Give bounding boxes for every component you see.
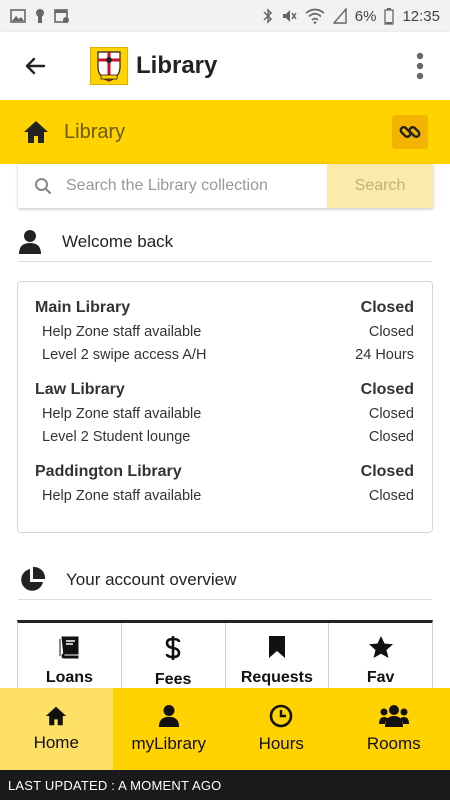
library-row: Paddington Library Closed (35, 460, 414, 484)
link-button[interactable] (392, 115, 428, 149)
search-icon (35, 178, 52, 195)
library-status: Closed (360, 463, 414, 480)
library-row: Main Library Closed (35, 296, 414, 320)
crest-logo (90, 47, 128, 85)
service-row: Level 2 Student lounge Closed (35, 425, 414, 448)
account-overview-label: Your account overview (66, 569, 237, 589)
nav-hours[interactable]: Hours (225, 688, 338, 770)
home-icon (24, 121, 48, 143)
nav-mylibrary[interactable]: myLibrary (113, 688, 226, 770)
signal-icon (332, 8, 347, 24)
back-button[interactable] (0, 32, 70, 100)
service-row: Level 2 swipe access A/H 24 Hours (35, 343, 414, 366)
service-status: Closed (368, 405, 414, 422)
service-row: Help Zone staff available Closed (35, 320, 414, 343)
library-status: Closed (360, 381, 414, 398)
service-status: 24 Hours (355, 346, 414, 363)
status-bar-right: 6% 12:35 (263, 7, 440, 25)
clock-icon (269, 704, 293, 728)
back-arrow-icon (25, 57, 46, 75)
app-title: Library (136, 52, 218, 79)
nav-home[interactable]: Home (0, 688, 113, 770)
dollar-icon (165, 636, 181, 660)
user-icon (158, 705, 179, 727)
mute-icon (282, 10, 297, 22)
library-status: Closed (360, 299, 414, 316)
service-status: Closed (368, 487, 414, 504)
overflow-menu-button[interactable] (390, 32, 450, 100)
book-icon (59, 636, 79, 659)
crest-logo-graphic (97, 51, 121, 82)
pie-chart-icon (21, 566, 46, 591)
search-input-wrap (18, 164, 327, 208)
status-bar-left (10, 8, 70, 24)
service-status: Closed (368, 428, 414, 445)
overflow-menu-icon (416, 52, 424, 80)
wifi-icon (305, 8, 325, 24)
library-row: Law Library Closed (35, 378, 414, 402)
service-row: Help Zone staff available Closed (35, 402, 414, 425)
welcome-label: Welcome back (62, 231, 174, 251)
requests-tile[interactable]: Requests (226, 623, 330, 690)
bluetooth-icon (263, 8, 272, 24)
home-icon (46, 706, 67, 726)
search-button[interactable]: Search (327, 164, 433, 208)
loans-label: Loans (45, 669, 93, 686)
image-icon (10, 9, 26, 23)
welcome-section: Welcome back (18, 222, 432, 262)
fees-label: Fees (154, 671, 192, 688)
service-name: Help Zone staff available (42, 405, 202, 422)
star-icon (368, 636, 393, 658)
nav-rooms[interactable]: Rooms (338, 688, 450, 770)
last-updated-bar: LAST UPDATED : A MOMENT AGO (0, 770, 450, 800)
library-hours-law: Law Library Closed Help Zone staff avail… (35, 378, 414, 448)
service-row: Help Zone staff available Closed (35, 484, 414, 507)
search-input[interactable] (66, 177, 306, 195)
keyhole-icon (36, 9, 44, 23)
library-hours-paddington: Paddington Library Closed Help Zone staf… (35, 460, 414, 507)
favourites-label: Fav (366, 669, 395, 686)
library-header: Library (0, 100, 450, 164)
library-name: Main Library (35, 299, 131, 316)
library-header-title: Library (64, 120, 126, 143)
bookmark-icon (268, 636, 285, 658)
nav-home-label: Home (33, 733, 79, 752)
account-overview-section: Your account overview (18, 560, 432, 600)
user-icon (19, 229, 41, 254)
battery-icon (384, 7, 395, 25)
requests-label: Requests (240, 669, 313, 686)
service-status: Closed (368, 323, 414, 340)
fees-tile[interactable]: Fees (122, 623, 226, 690)
library-hours-main: Main Library Closed Help Zone staff avai… (35, 296, 414, 366)
group-icon (378, 705, 409, 727)
clock-time: 12:35 (402, 7, 440, 25)
nav-rooms-label: Rooms (366, 734, 421, 753)
nav-mylibrary-label: myLibrary (131, 734, 207, 753)
calendar-icon (54, 9, 69, 23)
account-tiles: Loans Fees Requests Fav (17, 620, 433, 690)
loans-tile[interactable]: Loans (18, 623, 122, 690)
favourites-tile[interactable]: Fav (329, 623, 432, 690)
service-name: Help Zone staff available (42, 487, 202, 504)
battery-percent: 6% (354, 7, 377, 25)
bottom-navigation: Home myLibrary Hours Rooms (0, 688, 450, 770)
library-name: Law Library (35, 381, 125, 398)
link-icon (399, 126, 421, 138)
service-name: Help Zone staff available (42, 323, 202, 340)
service-name: Level 2 Student lounge (42, 428, 191, 445)
status-bar: 6% 12:35 (0, 0, 450, 32)
library-name: Paddington Library (35, 463, 182, 480)
nav-hours-label: Hours (258, 734, 304, 753)
search-bar: Search (18, 164, 433, 208)
hours-card[interactable]: Main Library Closed Help Zone staff avai… (17, 281, 433, 533)
service-name: Level 2 swipe access A/H (42, 346, 207, 363)
app-bar: Library (0, 32, 450, 100)
